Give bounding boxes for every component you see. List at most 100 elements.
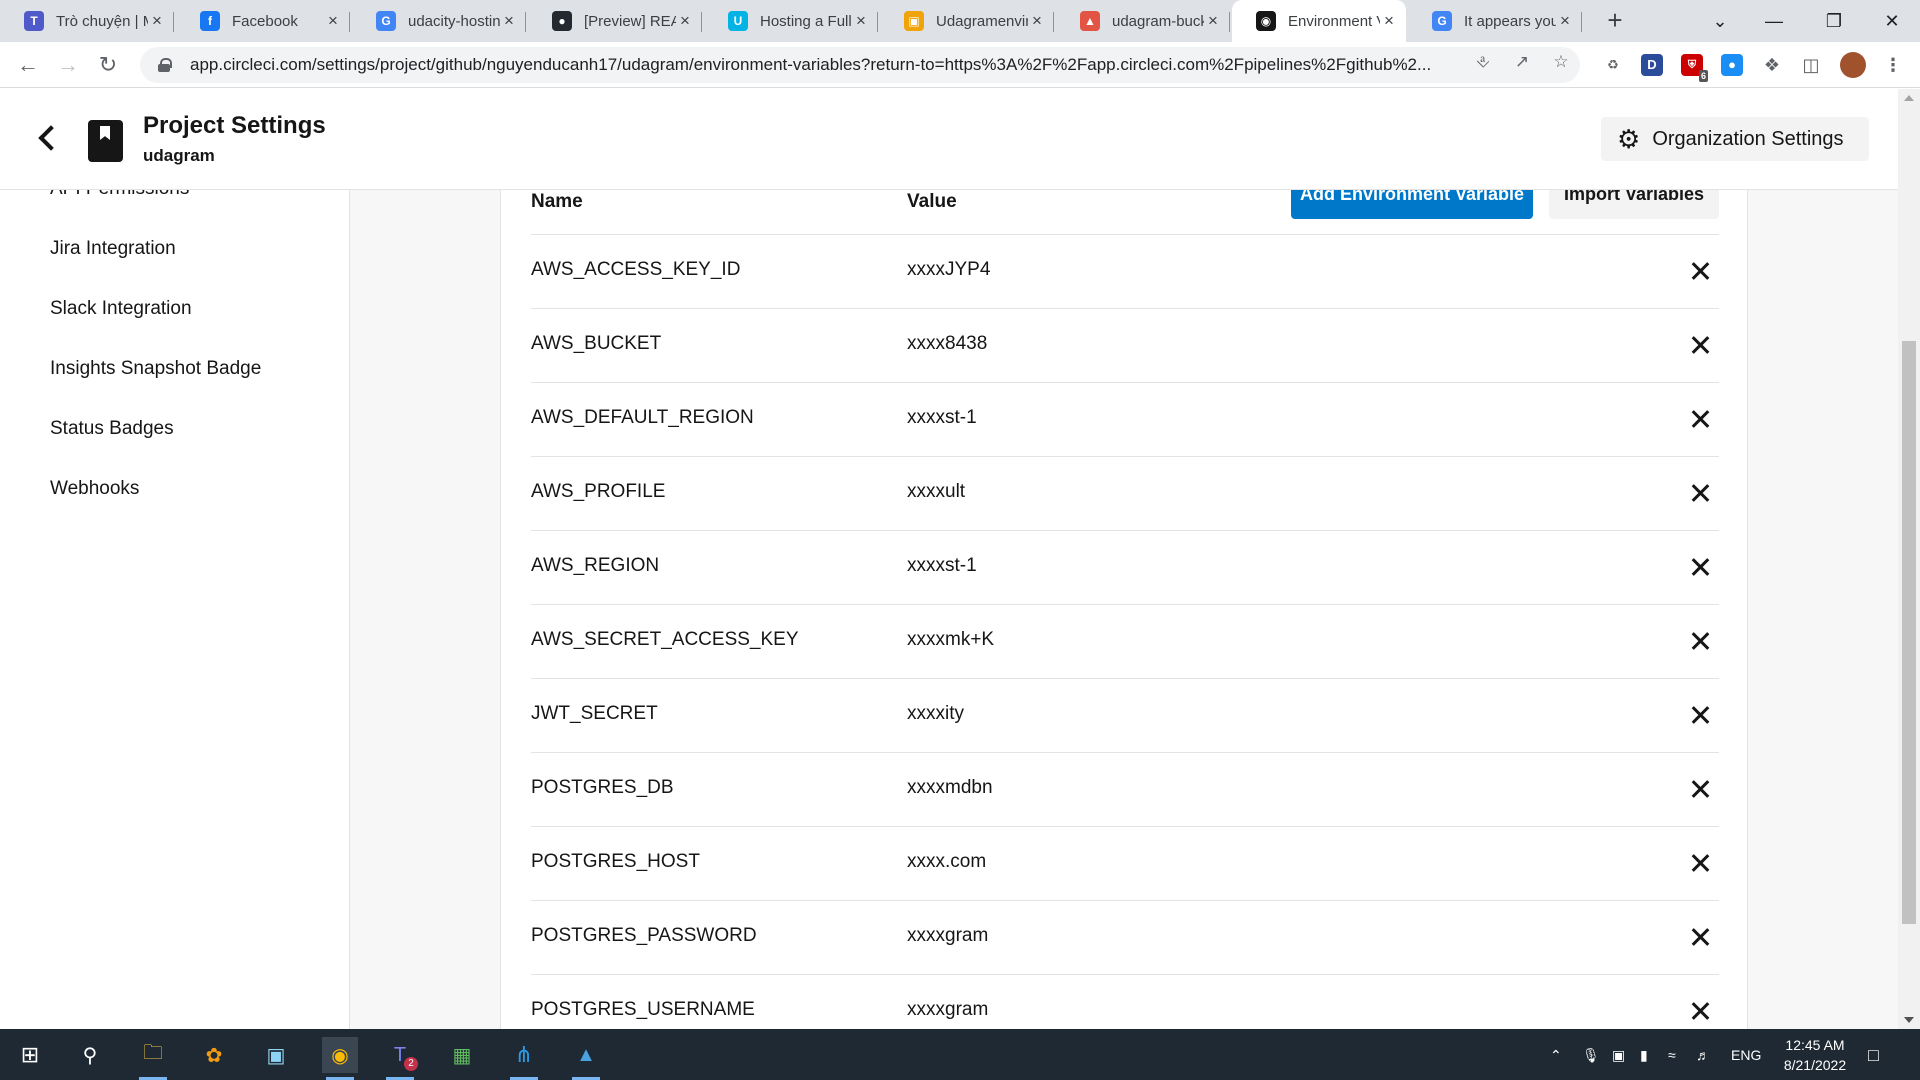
delete-x-icon[interactable] <box>1689 407 1713 431</box>
browser-tab[interactable]: ▣ Udagramenvir × <box>880 0 1054 42</box>
browser-tab[interactable]: ▲ udagram-buck × <box>1056 0 1230 42</box>
tab-title: [Preview] REA <box>584 12 676 30</box>
delete-x-icon[interactable] <box>1689 555 1713 579</box>
translate-icon[interactable]: ⎀ <box>1472 51 1494 73</box>
delete-x-icon[interactable] <box>1689 481 1713 505</box>
browser-tab[interactable]: ● [Preview] REA × <box>528 0 702 42</box>
d-extension-icon[interactable]: D <box>1641 54 1663 76</box>
close-tab-icon[interactable]: × <box>1028 12 1046 30</box>
share-icon[interactable]: ↗ <box>1511 51 1533 73</box>
env-var-value: xxxx.com <box>907 851 987 872</box>
delete-x-icon[interactable] <box>1689 777 1713 801</box>
lock-icon[interactable] <box>158 58 172 72</box>
tray-overflow-chevron-icon[interactable]: ⌃ <box>1550 1045 1562 1065</box>
env-var-name: POSTGRES_PASSWORD <box>531 925 757 946</box>
sidebar-item-api-permissions[interactable]: API Permissions <box>50 190 189 200</box>
delete-x-icon[interactable] <box>1689 851 1713 875</box>
browser-tab[interactable]: Gudacity-hostin × <box>352 0 526 42</box>
tab-separator <box>173 12 174 32</box>
delete-x-icon[interactable] <box>1689 925 1713 949</box>
browser-tab[interactable]: U Hosting a Full × <box>704 0 878 42</box>
add-environment-variable-button[interactable]: Add Environment Variable <box>1291 190 1533 219</box>
close-tab-icon[interactable]: × <box>1204 12 1222 30</box>
scroll-up-arrow-icon[interactable] <box>1904 95 1914 101</box>
close-tab-icon[interactable]: × <box>676 12 694 30</box>
back-chevron-icon[interactable] <box>32 123 62 153</box>
search-icon[interactable]: ⚲ <box>72 1037 108 1073</box>
side-panel-icon[interactable]: ◫ <box>1800 54 1822 76</box>
teams-taskbar-icon[interactable]: T2 <box>382 1037 418 1080</box>
app-chart-icon[interactable]: ▦ <box>444 1037 480 1073</box>
sidebar-item-jira-integration[interactable]: Jira Integration <box>50 238 176 260</box>
wifi-icon[interactable]: ≈ <box>1668 1045 1676 1065</box>
reload-icon[interactable]: ↻ <box>92 49 124 81</box>
close-window-button[interactable]: ✕ <box>1864 0 1920 42</box>
battery-icon[interactable]: ▮ <box>1640 1045 1648 1065</box>
sidebar-item-status-badges[interactable]: Status Badges <box>50 418 174 440</box>
env-var-name: JWT_SECRET <box>531 703 658 724</box>
restore-button[interactable]: ❐ <box>1806 0 1862 42</box>
microphone-icon[interactable]: 🎙 <box>1582 1045 1600 1065</box>
delete-x-icon[interactable] <box>1689 629 1713 653</box>
profile-avatar[interactable] <box>1840 52 1866 78</box>
scroll-down-arrow-icon[interactable] <box>1904 1017 1914 1023</box>
photos-taskbar-icon[interactable]: ▲ <box>568 1037 604 1080</box>
clock-time: 12:45 AM <box>1785 1037 1845 1053</box>
address-bar[interactable]: app.circleci.com/settings/project/github… <box>140 47 1580 83</box>
app-swirl-icon[interactable]: ✿ <box>196 1037 232 1073</box>
browser-tab[interactable]: ◉ Environment V × <box>1232 0 1406 42</box>
app-snip-icon[interactable]: ▣ <box>258 1037 294 1073</box>
sidebar-item-insights-snapshot-badge[interactable]: Insights Snapshot Badge <box>50 358 261 380</box>
scrollbar-thumb[interactable] <box>1902 341 1916 924</box>
back-arrow-icon[interactable]: ← <box>12 49 44 81</box>
droplet-extension-icon[interactable]: ● <box>1721 54 1743 76</box>
tab-title: udagram-buck <box>1112 12 1204 30</box>
close-tab-icon[interactable]: × <box>148 12 166 30</box>
system-clock[interactable]: 12:45 AM 8/21/2022 <box>1770 1035 1860 1075</box>
delete-x-icon[interactable] <box>1689 999 1713 1023</box>
delete-x-icon[interactable] <box>1689 333 1713 357</box>
ublock-extension-icon[interactable]: ⛨ 6 <box>1681 54 1708 82</box>
close-tab-icon[interactable]: × <box>500 12 518 30</box>
close-tab-icon[interactable]: × <box>1556 12 1574 30</box>
table-row: POSTGRES_USERNAME xxxxgram <box>531 975 1719 1029</box>
new-tab-button[interactable]: + <box>1600 6 1630 36</box>
close-tab-icon[interactable]: × <box>324 12 342 30</box>
vscode-taskbar-icon[interactable]: ⋔ <box>506 1037 542 1080</box>
forward-arrow-icon[interactable]: → <box>52 49 84 81</box>
env-var-name: AWS_REGION <box>531 555 660 576</box>
sidebar-item-webhooks[interactable]: Webhooks <box>50 478 139 500</box>
notification-center-icon[interactable]: □ <box>1868 1045 1879 1065</box>
chrome-menu-icon[interactable]: ⋮ <box>1882 54 1904 76</box>
camera-icon[interactable]: ▣ <box>1612 1045 1625 1065</box>
minimize-button[interactable]: — <box>1746 0 1802 42</box>
teams-notification-badge: 2 <box>404 1057 418 1071</box>
language-indicator[interactable]: ENG <box>1731 1045 1761 1065</box>
sidebar-item-slack-integration[interactable]: Slack Integration <box>50 298 192 320</box>
url-text[interactable]: app.circleci.com/settings/project/github… <box>190 55 1495 75</box>
file-explorer-icon[interactable]: 🗀 <box>135 1037 171 1080</box>
table-row: AWS_PROFILE xxxxult <box>531 457 1719 531</box>
import-variables-button[interactable]: Import Variables <box>1549 190 1719 219</box>
delete-x-icon[interactable] <box>1689 703 1713 727</box>
tab-search-icon[interactable]: ⌄ <box>1692 0 1748 42</box>
extensions-puzzle-icon[interactable]: ❖ <box>1761 54 1783 76</box>
recycle-extension-icon[interactable]: ♻ <box>1602 54 1624 76</box>
browser-tab[interactable]: G It appears you × <box>1408 0 1582 42</box>
browser-tab[interactable]: f Facebook × <box>176 0 350 42</box>
bookmark-star-icon[interactable]: ☆ <box>1550 51 1572 73</box>
close-tab-icon[interactable]: × <box>1380 12 1398 30</box>
env-var-value: xxxxmk+K <box>907 629 995 650</box>
page-scrollbar[interactable] <box>1898 89 1920 1029</box>
windows-start-icon[interactable]: ⊞ <box>12 1037 48 1073</box>
delete-x-icon[interactable] <box>1689 259 1713 283</box>
google-icon: G <box>1432 11 1452 31</box>
aws-beanstalk-icon: ▣ <box>904 11 924 31</box>
close-tab-icon[interactable]: × <box>852 12 870 30</box>
column-header-value: Value <box>907 191 957 212</box>
chrome-taskbar-icon[interactable]: ◉ <box>322 1037 358 1080</box>
table-row: AWS_DEFAULT_REGION xxxxst-1 <box>531 383 1719 457</box>
volume-icon[interactable]: ♬ <box>1696 1045 1710 1065</box>
organization-settings-button[interactable]: ⚙ Organization Settings <box>1601 117 1869 161</box>
browser-tab[interactable]: T Trò chuyện | M × <box>0 0 174 42</box>
